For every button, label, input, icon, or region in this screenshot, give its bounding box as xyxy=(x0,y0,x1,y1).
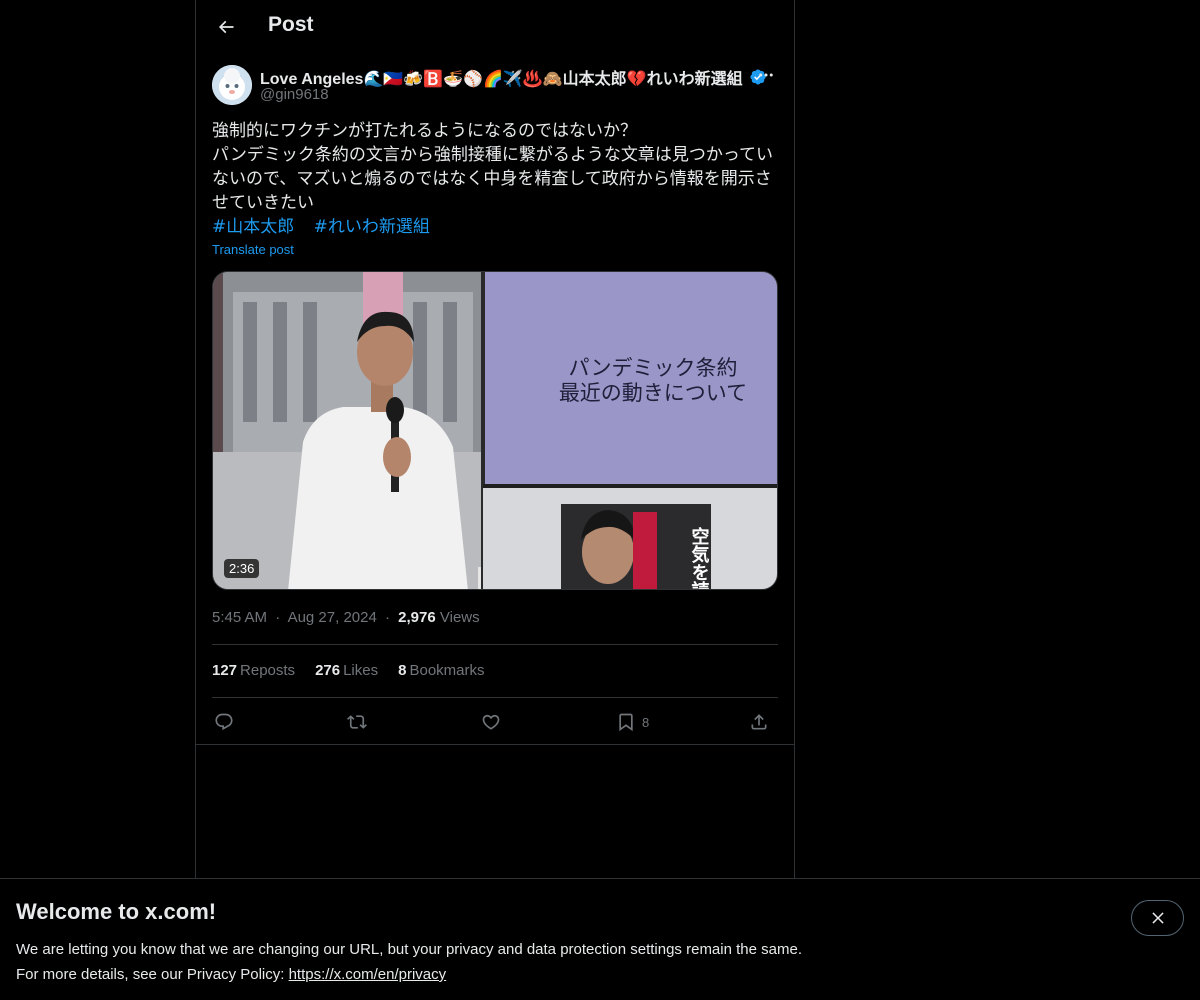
meta-separator: · xyxy=(275,609,281,626)
post-meta: 5:45 AM · Aug 27, 2024 · 2,976 Views xyxy=(212,609,480,626)
views-label: Views xyxy=(439,609,480,626)
likes-count: 276 xyxy=(315,662,341,679)
post-time[interactable]: 5:45 AM xyxy=(212,609,267,626)
share-button[interactable] xyxy=(749,707,769,737)
privacy-policy-link[interactable]: https://x.com/en/privacy xyxy=(289,966,447,983)
close-banner-button[interactable] xyxy=(1131,900,1184,936)
display-name[interactable]: Love Angeles🌊🇵🇭🍻🅱️🍜⚾🌈✈️♨️🙈山本太郎💔れいわ新選組 xyxy=(260,65,743,89)
video-media[interactable]: 空気を読 パンデミック条約 最近の動きについて 2:36 xyxy=(212,271,778,590)
likes-stat[interactable]: 276 Likes xyxy=(315,662,378,679)
close-icon xyxy=(1151,912,1164,924)
post-author: Love Angeles🌊🇵🇭🍻🅱️🍜⚾🌈✈️♨️🙈山本太郎💔れいわ新選組 @g… xyxy=(212,64,778,108)
banner-line-2: For more details, see our Privacy Policy… xyxy=(16,962,802,987)
avatar[interactable] xyxy=(212,65,252,105)
views-count: 2,976 xyxy=(398,609,436,626)
author-handle[interactable]: @gin9618 xyxy=(260,86,329,103)
repost-icon xyxy=(347,715,367,729)
meta-separator: · xyxy=(384,609,390,626)
poster-text: 空気を読 xyxy=(689,526,710,590)
post-stats: 127 Reposts 276 Likes 8 Bookmarks xyxy=(212,662,505,679)
avatar-image xyxy=(212,65,252,105)
video-duration: 2:36 xyxy=(224,559,260,578)
like-button[interactable] xyxy=(481,707,501,737)
welcome-banner: Welcome to x.com! We are letting you kno… xyxy=(0,878,1200,1000)
video-thumbnail: 空気を読 xyxy=(213,272,777,590)
translate-post-link[interactable]: Translate post xyxy=(212,242,294,257)
repost-button[interactable] xyxy=(347,707,367,737)
likes-label: Likes xyxy=(343,662,379,679)
post-actions: 8 xyxy=(212,707,778,737)
name-line: Love Angeles🌊🇵🇭🍻🅱️🍜⚾🌈✈️♨️🙈山本太郎💔れいわ新選組 xyxy=(260,65,767,89)
bookmark-icon xyxy=(619,713,633,732)
page-title: Post xyxy=(268,13,314,36)
back-arrow-icon xyxy=(218,20,234,34)
hashtags: #山本太郎 #れいわ新選組 xyxy=(212,215,444,239)
banner-title: Welcome to x.com! xyxy=(16,899,217,924)
post-column: Post Love Angeles🌊🇵🇭🍻🅱️🍜⚾🌈✈️♨️🙈山本太郎💔れいわ新… xyxy=(195,0,795,1000)
banner-text: We are letting you know that we are chan… xyxy=(16,937,802,987)
bookmark-count: 8 xyxy=(642,714,650,730)
more-button[interactable] xyxy=(754,65,778,85)
bookmarks-stat[interactable]: 8 Bookmarks xyxy=(398,662,484,679)
reply-button[interactable] xyxy=(214,707,234,737)
post-text: 強制的にワクチンが打たれるようになるのではないか？ パンデミック条約の文言から強… xyxy=(212,121,773,213)
reply-icon xyxy=(215,713,233,731)
reposts-stat[interactable]: 127 Reposts xyxy=(212,662,295,679)
reposts-count: 127 xyxy=(212,662,238,679)
bookmark-button[interactable]: 8 xyxy=(616,707,649,737)
divider xyxy=(212,697,778,698)
divider xyxy=(196,744,794,745)
banner-line-2-prefix: For more details, see our Privacy Policy… xyxy=(16,966,289,983)
more-icon xyxy=(759,73,773,77)
back-button[interactable] xyxy=(208,9,244,45)
header: Post xyxy=(196,0,794,54)
bookmarks-count: 8 xyxy=(398,662,407,679)
like-icon xyxy=(482,714,500,730)
post-date[interactable]: Aug 27, 2024 xyxy=(288,609,377,626)
banner-line-1: We are letting you know that we are chan… xyxy=(16,941,802,958)
share-icon xyxy=(751,714,767,730)
hashtag-link[interactable]: #れいわ新選組 xyxy=(314,217,430,237)
reposts-label: Reposts xyxy=(240,662,296,679)
slide-title: パンデミック条約 最近の動きについて xyxy=(558,356,748,405)
hashtag-link[interactable]: #山本太郎 xyxy=(212,217,294,237)
bookmarks-label: Bookmarks xyxy=(409,662,485,679)
divider xyxy=(212,644,778,645)
